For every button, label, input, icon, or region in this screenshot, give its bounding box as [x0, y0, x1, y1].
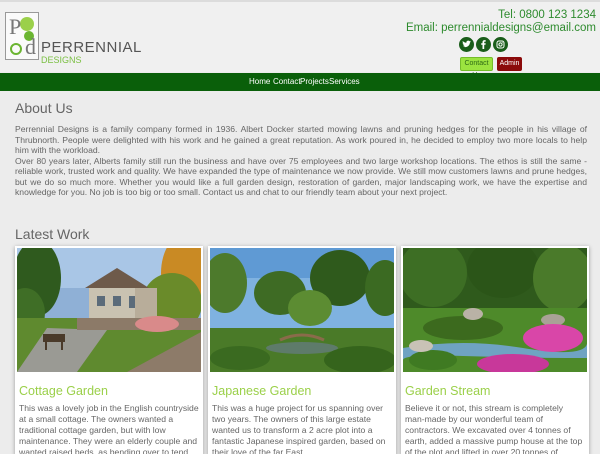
nav-item-projects[interactable]: Projects	[300, 76, 329, 88]
phone-number: Tel: 0800 123 1234	[498, 9, 596, 21]
nav-item-home[interactable]: Home	[249, 76, 270, 88]
project-card-garden-stream[interactable]: Garden Stream Believe it or not, this st…	[401, 246, 589, 454]
about-heading: About Us	[15, 100, 73, 116]
site-header: P d PERRENNIAL DESIGNS Tel: 0800 123 123…	[0, 2, 600, 79]
card-description: This was a huge project for us spanning …	[212, 403, 386, 454]
cottage-garden-image	[17, 248, 201, 372]
nav-item-services[interactable]: Services	[329, 76, 360, 88]
card-title[interactable]: Japanese Garden	[212, 384, 311, 398]
card-description: Believe it or not, this stream is comple…	[405, 403, 583, 454]
instagram-icon[interactable]	[493, 37, 508, 52]
email-address[interactable]: Email: perrennialdesigns@email.com	[406, 22, 596, 35]
logo-dot	[20, 17, 34, 31]
japanese-garden-image	[210, 248, 394, 372]
card-description: This was a lovely job in the English cou…	[19, 403, 199, 454]
twitter-icon[interactable]	[459, 37, 474, 52]
site-logo[interactable]: P d PERRENNIAL DESIGNS	[5, 12, 141, 67]
card-title[interactable]: Garden Stream	[405, 384, 490, 398]
brand-tagline: DESIGNS	[41, 55, 82, 65]
logo-letter-p: P	[9, 14, 22, 39]
contact-info: Tel: 0800 123 1234 Email: perrennialdesi…	[406, 9, 596, 35]
nav-item-contact[interactable]: Contact	[273, 76, 301, 88]
card-title[interactable]: Cottage Garden	[19, 384, 108, 398]
logo-ring	[10, 43, 22, 55]
contact-us-button[interactable]: Contact Us	[460, 57, 493, 79]
about-paragraph: Perrennial Designs is a family company f…	[15, 124, 587, 155]
main-nav: Home Contact Projects Services	[0, 73, 600, 91]
project-card-japanese-garden[interactable]: Japanese Garden This was a huge project …	[208, 246, 396, 454]
about-paragraph: Over 80 years later, Alberts family stil…	[15, 155, 587, 198]
about-text: Perrennial Designs is a family company f…	[15, 124, 587, 198]
brand-name: PERRENNIAL	[41, 39, 142, 56]
facebook-icon[interactable]	[476, 37, 491, 52]
latest-work-heading: Latest Work	[15, 226, 90, 242]
garden-stream-image	[403, 248, 587, 372]
project-card-cottage-garden[interactable]: Cottage Garden This was a lovely job in …	[15, 246, 203, 454]
logo-letter-d: d	[25, 34, 36, 59]
admin-button[interactable]: Admin	[497, 57, 522, 71]
